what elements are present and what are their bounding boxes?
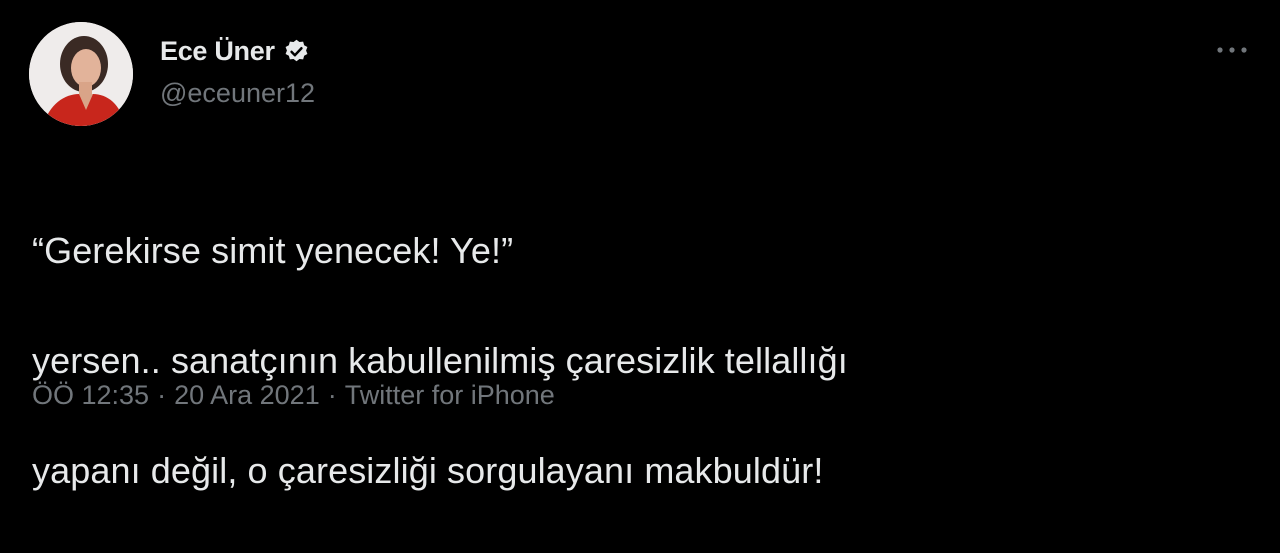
tweet-text-line: yapanı değil, o çaresizliği sorgulayanı … [32, 450, 824, 491]
author-avatar[interactable] [29, 22, 133, 126]
more-options-icon [1217, 47, 1247, 53]
author-display-name[interactable]: Ece Üner [160, 36, 275, 67]
tweet-time[interactable]: ÖÖ 12:35 [32, 380, 149, 411]
meta-separator: · [157, 380, 167, 410]
verified-badge-icon [283, 38, 310, 65]
tweet-text: “Gerekirse simit yenecek! Ye!” yersen.. … [32, 168, 1232, 553]
avatar-image [29, 22, 133, 126]
tweet-meta: ÖÖ 12:35 · 20 Ara 2021 · Twitter for iPh… [32, 380, 555, 411]
tweet-source[interactable]: Twitter for iPhone [345, 380, 555, 411]
author-handle[interactable]: @eceuner12 [160, 78, 315, 109]
author-name-row: Ece Üner [160, 34, 310, 68]
meta-separator: · [327, 380, 337, 410]
more-options-button[interactable] [1212, 34, 1252, 66]
tweet-text-line: “Gerekirse simit yenecek! Ye!” [32, 230, 514, 271]
tweet-card: Ece Üner @eceuner12 “Gerekirse simit yen… [0, 0, 1280, 491]
tweet-date[interactable]: 20 Ara 2021 [174, 380, 320, 411]
